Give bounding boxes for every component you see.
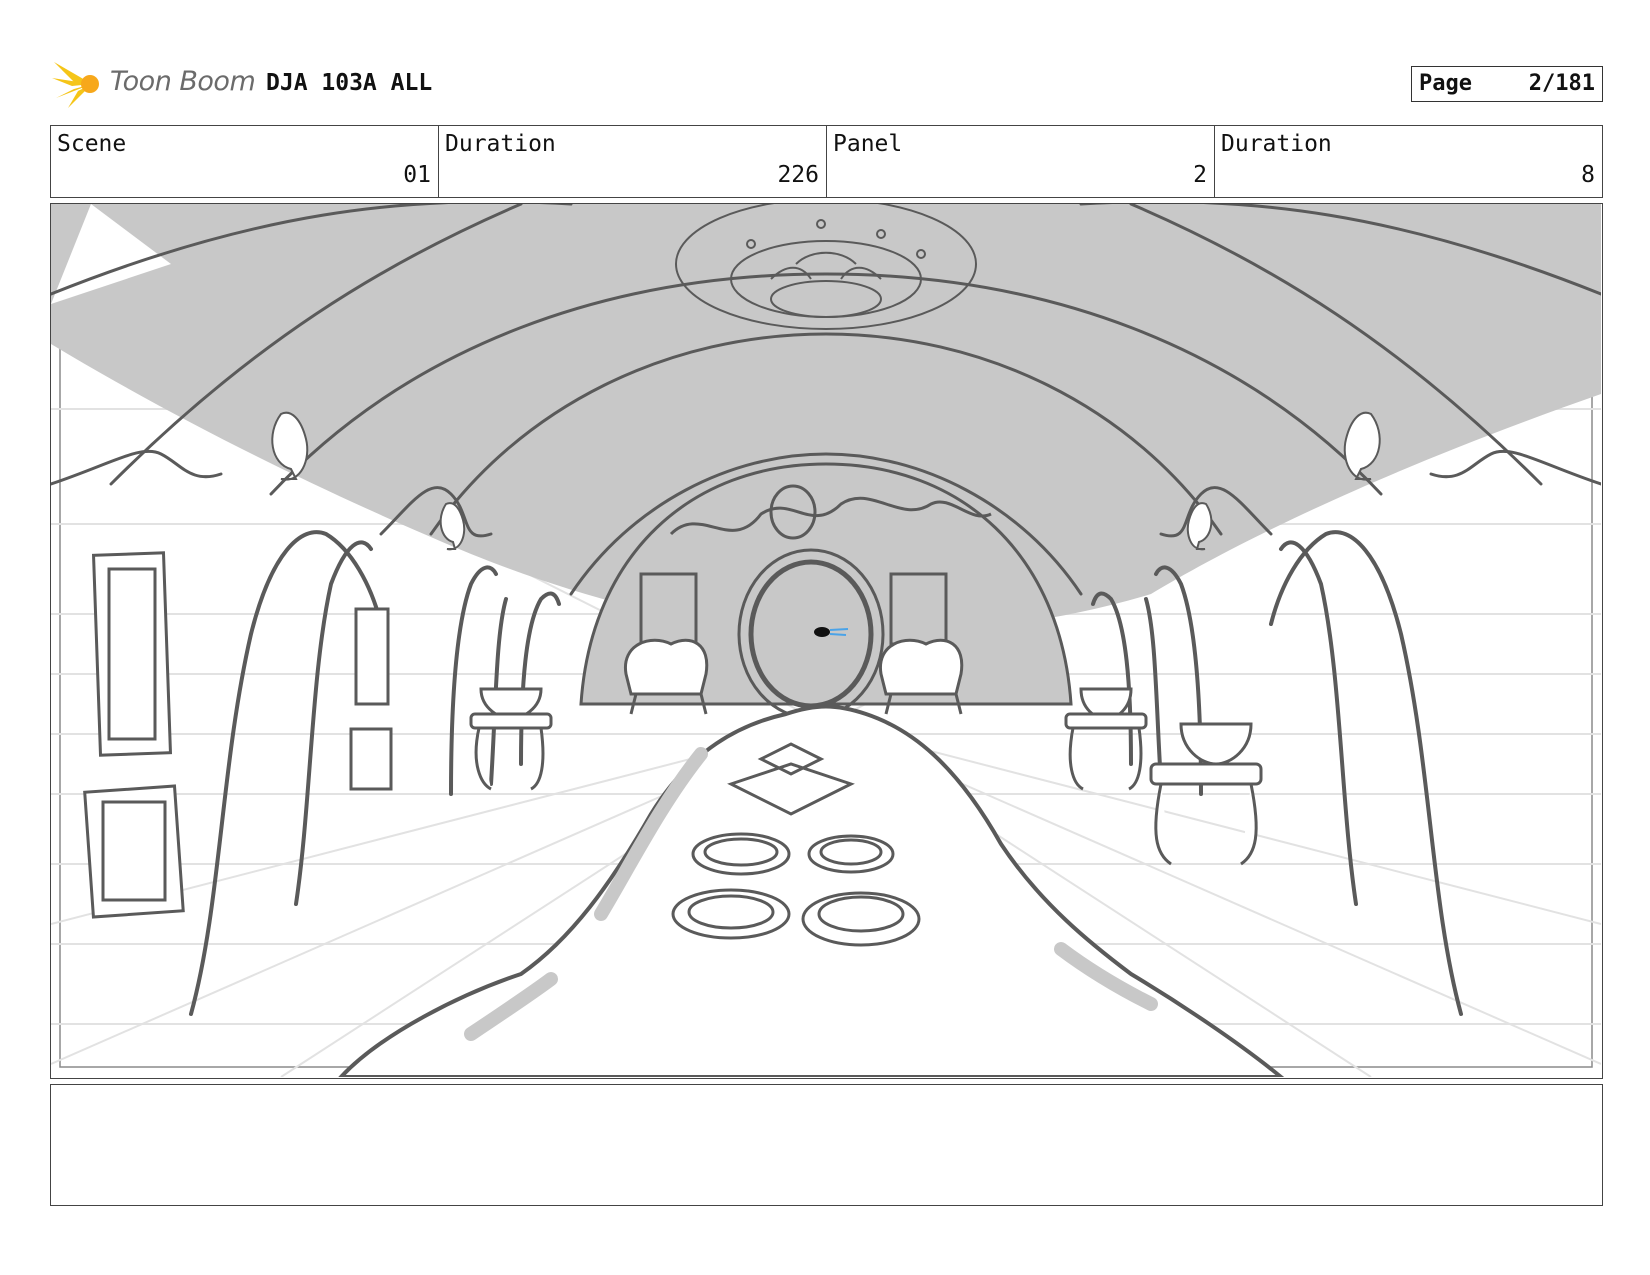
panel-duration-label: Duration — [1221, 131, 1332, 157]
scene-duration-value: 226 — [777, 162, 819, 188]
page-label: Page — [1419, 71, 1472, 96]
toon-boom-logo: Toon Boom — [52, 56, 256, 112]
scene-value: 01 — [403, 162, 431, 188]
right-archways — [1091, 530, 1463, 1016]
scene-info-row: Scene 01 Duration 226 Panel 2 Duration 8 — [50, 125, 1603, 198]
tiny-character — [814, 627, 830, 637]
scene-label: Scene — [57, 131, 127, 157]
scene-duration-label: Duration — [445, 131, 556, 157]
document-title: DJA 103A ALL — [266, 70, 433, 96]
round-doorway — [748, 559, 874, 709]
storyboard-sketch — [51, 204, 1601, 1077]
scene-duration-cell: Duration 226 — [439, 126, 827, 197]
panel-label: Panel — [833, 131, 903, 157]
notes-box — [50, 1084, 1603, 1206]
scene-cell: Scene 01 — [51, 126, 439, 197]
panel-duration-value: 8 — [1581, 162, 1595, 188]
starburst-icon — [52, 62, 99, 108]
panel-value: 2 — [1193, 162, 1207, 188]
page-indicator: Page 2/181 — [1411, 66, 1603, 102]
page-number: 2/181 — [1528, 71, 1595, 96]
storyboard-panel — [50, 203, 1603, 1079]
logo-text: Toon Boom — [110, 66, 256, 97]
panel-duration-cell: Duration 8 — [1215, 126, 1602, 197]
panel-cell: Panel 2 — [827, 126, 1215, 197]
